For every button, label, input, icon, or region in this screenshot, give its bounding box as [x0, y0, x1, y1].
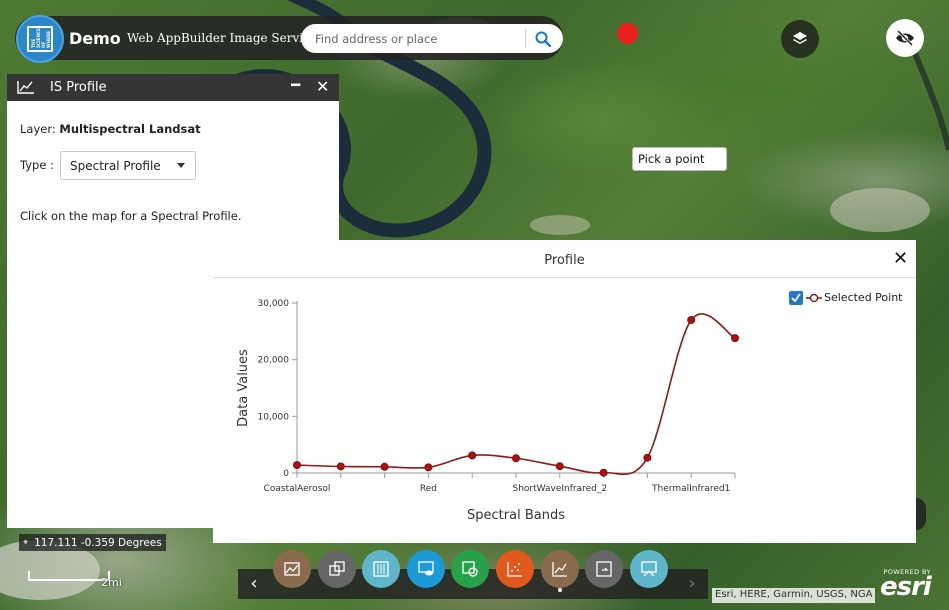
app-subtitle: Web AppBuilder Image Services	[127, 31, 324, 45]
type-select-value: Spectral Profile	[70, 159, 161, 173]
series-line	[296, 313, 736, 476]
logo-text: THE SCIENCE OF WHERE	[27, 26, 53, 52]
layer-list-button[interactable]	[781, 20, 819, 58]
app-logo[interactable]: THE SCIENCE OF WHERE	[16, 15, 64, 63]
y-tick-label: 0	[283, 469, 289, 479]
y-tick-label: 10,000	[258, 412, 290, 422]
panel-close-button[interactable]: ✕	[316, 77, 329, 96]
type-label: Type :	[20, 158, 54, 172]
instruction-text: Click on the map for a Spectral Profile.	[20, 209, 242, 223]
map-attribution: Esri, HERE, Garmin, USGS, NGA	[712, 588, 876, 603]
y-tick-label: 20,000	[258, 356, 290, 366]
measure-tool-button[interactable]	[630, 550, 668, 588]
swipe-tool-button[interactable]	[318, 550, 356, 588]
type-select[interactable]: Spectral Profile	[60, 151, 196, 180]
layer-value: Multispectral Landsat	[59, 122, 201, 136]
image-display-tool-button[interactable]	[407, 550, 445, 588]
band-combination-tool-button[interactable]	[362, 550, 400, 588]
time-slider-icon	[462, 561, 478, 577]
data-point	[293, 461, 301, 470]
scale-bar	[28, 571, 110, 581]
data-point	[687, 316, 696, 324]
data-point	[424, 463, 433, 472]
image-export-icon	[284, 562, 300, 576]
legend-checkbox	[789, 291, 803, 305]
profile-icon	[552, 562, 567, 577]
scatterplot-tool-button[interactable]	[496, 550, 534, 588]
legend-label: Selected Point	[824, 291, 903, 304]
side-panel-handle[interactable]	[916, 498, 926, 530]
image-export-tool-button[interactable]	[273, 550, 311, 588]
measure-icon	[641, 561, 657, 577]
time-tool-button[interactable]	[451, 550, 489, 588]
x-tick-label: CoastalAerosol	[264, 484, 331, 494]
spectral-profile-chart: 0 10,000 20,000 30,000 CoastalAerosol Red Shor…	[236, 291, 903, 523]
data-point	[336, 462, 345, 471]
esri-brand: esri	[880, 572, 932, 602]
panel-title: IS Profile	[50, 80, 107, 95]
profile-tool-button[interactable]	[541, 550, 579, 588]
layer-label: Layer:	[20, 122, 56, 136]
crosshair-icon: ⌖	[23, 537, 29, 548]
toolbar-prev-button[interactable]: ‹	[242, 573, 266, 597]
pick-point-tooltip: Pick a point	[632, 147, 727, 171]
x-tick-label: ThermalInfrared1	[651, 484, 730, 494]
x-axis-label: Spectral Bands	[467, 508, 565, 523]
image-display-icon	[418, 561, 434, 576]
x-tick-label: ShortWaveInfrared_2	[513, 484, 608, 494]
search-icon	[535, 31, 551, 47]
panel-header: IS Profile ━ ✕	[7, 74, 339, 101]
caret-down-icon	[177, 163, 185, 168]
esri-logo: POWERED BY esri	[880, 568, 932, 602]
layer-info: Layer: Multispectral Landsat	[20, 122, 201, 136]
scatterplot-icon	[507, 562, 522, 577]
data-point	[512, 454, 520, 463]
toolbar-next-button[interactable]: ›	[680, 573, 704, 597]
band-combination-icon	[373, 561, 389, 577]
data-point	[731, 334, 739, 343]
x-tick-label: Red	[420, 484, 437, 494]
data-point	[599, 468, 608, 477]
y-axis-label: Data Values	[236, 349, 251, 427]
coordinate-value: 117.111 -0.359 Degrees	[34, 536, 162, 549]
toggle-visibility-button[interactable]	[886, 19, 924, 57]
search-box	[301, 24, 563, 53]
minimize-button[interactable]: ━	[291, 76, 300, 94]
y-tick-label: 30,000	[258, 299, 290, 309]
profile-dialog: Profile ✕ 0 10,000 20,000 30,000 CoastalAero…	[213, 240, 916, 543]
search-button[interactable]	[529, 26, 557, 51]
scale-label: 2mi	[101, 576, 122, 589]
eye-slash-icon	[896, 30, 914, 46]
search-input[interactable]	[315, 24, 520, 53]
save-tool-button[interactable]	[585, 550, 623, 588]
data-point	[468, 451, 477, 460]
data-point	[555, 462, 564, 471]
coordinate-display[interactable]: ⌖ 117.111 -0.359 Degrees	[19, 534, 166, 551]
active-tool-indicator	[558, 588, 562, 592]
layers-icon	[793, 32, 807, 44]
legend-marker	[809, 293, 819, 303]
swipe-icon	[329, 561, 345, 576]
data-point	[643, 453, 652, 462]
search-divider	[525, 29, 526, 48]
data-point	[380, 462, 389, 471]
save-icon	[596, 561, 612, 577]
app-title: Demo	[69, 29, 121, 48]
profile-chart-icon	[17, 81, 34, 94]
selected-point-marker	[617, 23, 638, 44]
